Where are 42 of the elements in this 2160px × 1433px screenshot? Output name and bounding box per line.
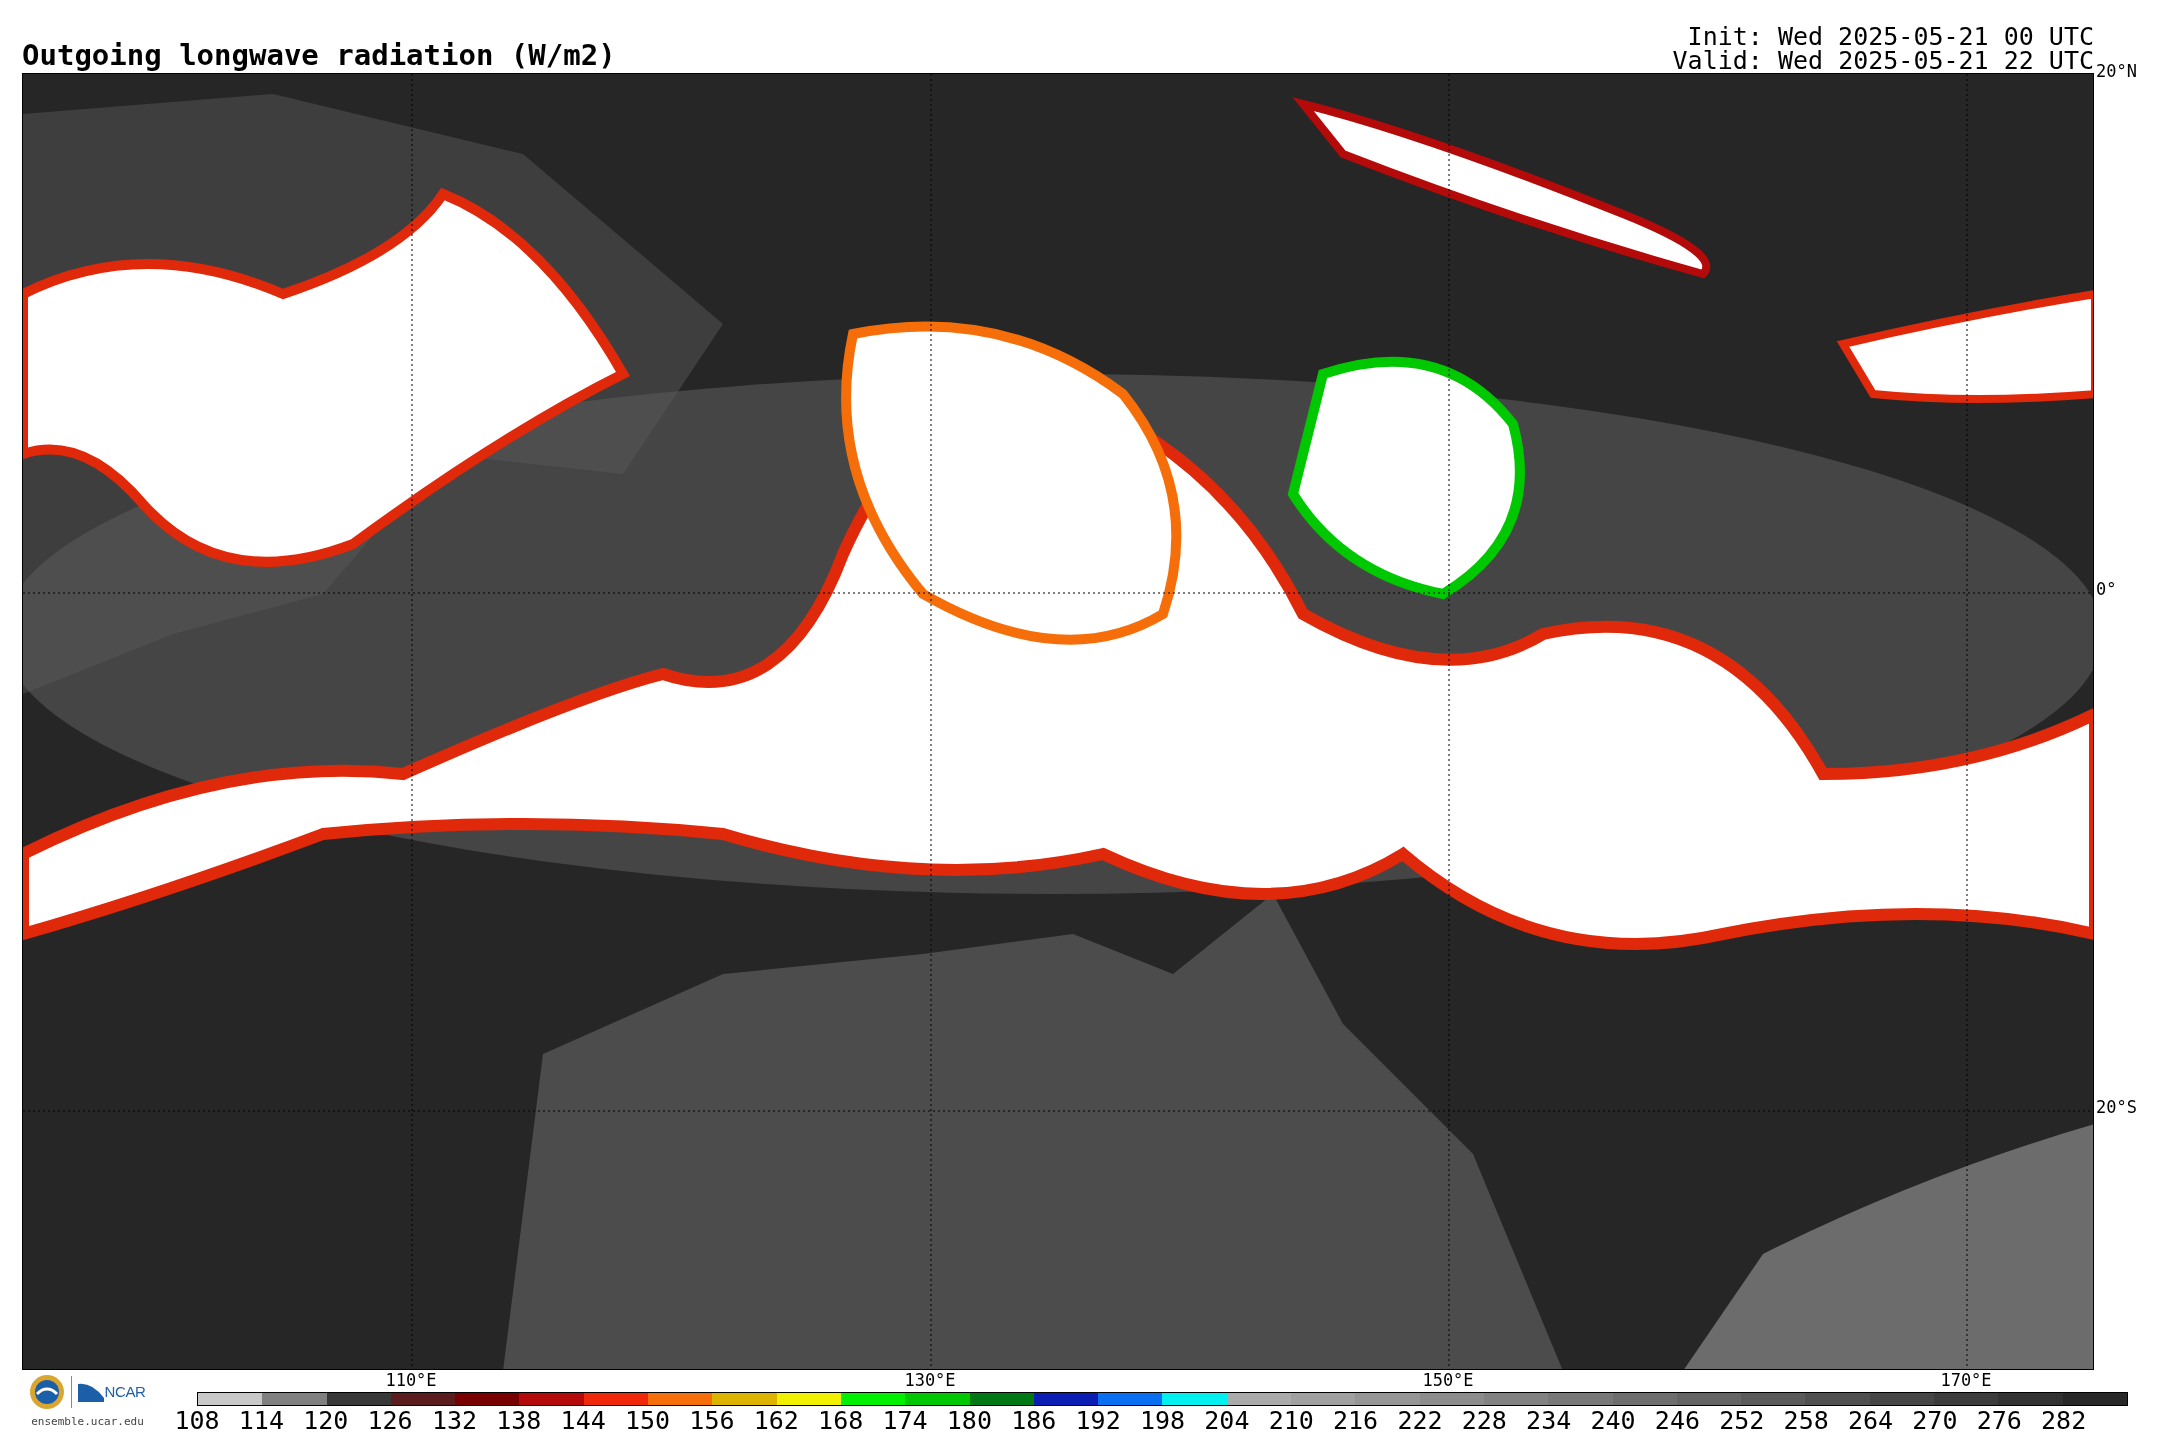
colorbar-tick-label: 264	[1847, 1408, 1894, 1433]
colorbar-tick-label: 222	[1397, 1408, 1443, 1433]
website-url: ensemble.ucar.edu	[31, 1414, 144, 1430]
colorbar-tick-label: 150	[625, 1408, 671, 1433]
colorbar-tick-label: 252	[1719, 1408, 1765, 1433]
colorbar-tick-label: 234	[1526, 1408, 1572, 1433]
colorbar-tick-label: 228	[1461, 1408, 1507, 1433]
colorbar-tick-label: 282	[2041, 1408, 2087, 1433]
colorbar-tick-label: 180	[946, 1408, 992, 1433]
ncar-logo-text: NCAR	[104, 1381, 146, 1402]
longitude-label: 130°E	[904, 1372, 956, 1389]
colorbar-tick-label: 174	[882, 1408, 928, 1433]
init-time: Init: Wed 2025-05-21 00 UTC	[1687, 25, 2094, 49]
colorbar-tick-label: 132	[431, 1408, 478, 1433]
latitude-label: 20°N	[2096, 63, 2137, 80]
colorbar-tick-label: 198	[1139, 1408, 1186, 1433]
colorbar-tick-label: 168	[818, 1408, 864, 1433]
colorbar-tick-label: 138	[496, 1408, 542, 1433]
colorbar-tick-label: 114	[238, 1408, 284, 1433]
colorbar-tick-label: 156	[689, 1408, 735, 1433]
colorbar-tick-label: 276	[1976, 1408, 2022, 1433]
colorbar-tick-label: 108	[174, 1408, 220, 1433]
longitude-label: 150°E	[1422, 1372, 1474, 1389]
colorbar-tick-label: 240	[1590, 1408, 1636, 1433]
colorbar-tick-label: 204	[1204, 1408, 1250, 1433]
longitude-label: 110°E	[385, 1372, 437, 1389]
colorbar-tick-label: 216	[1333, 1408, 1379, 1433]
colorbar-tick-label: 126	[367, 1408, 413, 1433]
latitude-label: 0°	[2096, 581, 2117, 598]
colorbar-tick-label: 258	[1783, 1408, 1829, 1433]
colorbar-tick-label: 144	[560, 1408, 606, 1433]
valid-time: Valid: Wed 2025-05-21 22 UTC	[1672, 49, 2094, 73]
latitude-label: 20°S	[2096, 1099, 2137, 1116]
colorbar-tick-label: 246	[1654, 1408, 1700, 1433]
colorbar-tick-label: 162	[753, 1408, 799, 1433]
colorbar-tick-label: 210	[1268, 1408, 1314, 1433]
colorbar-tick-label: 186	[1011, 1408, 1057, 1433]
longitude-label: 170°E	[1940, 1372, 1992, 1389]
colorbar-tick-label: 120	[303, 1408, 349, 1433]
colorbar-tick-label: 192	[1075, 1408, 1121, 1433]
chart-title: Outgoing longwave radiation (W/m2)	[22, 41, 616, 73]
colorbar-tick-label: 270	[1912, 1408, 1958, 1433]
